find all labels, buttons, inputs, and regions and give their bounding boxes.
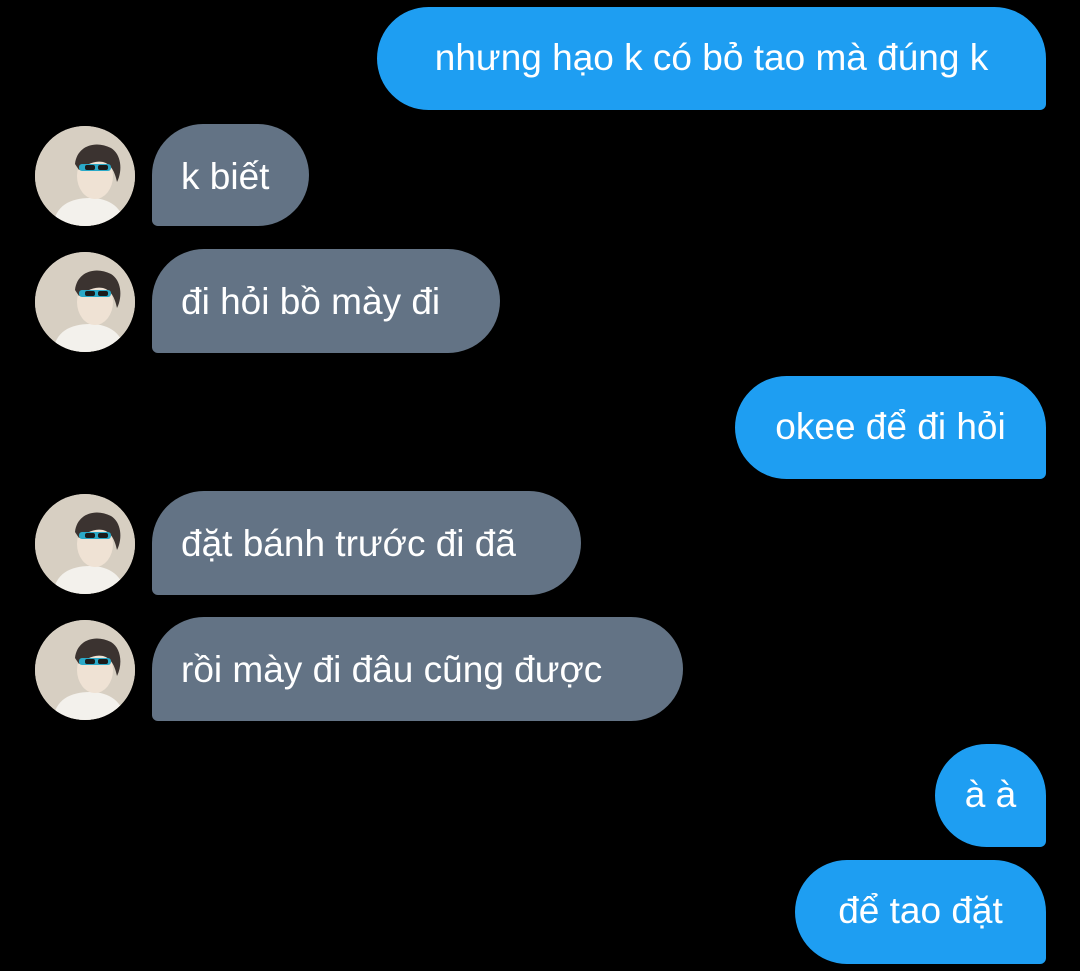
avatar-image: [35, 494, 135, 594]
message-incoming[interactable]: đặt bánh trước đi đã: [152, 491, 581, 595]
avatar-image: [35, 126, 135, 226]
message-outgoing[interactable]: để tao đặt: [795, 860, 1046, 964]
message-text: đi hỏi bồ mày đi: [181, 281, 441, 322]
contact-avatar[interactable]: [35, 252, 135, 352]
message-incoming[interactable]: đi hỏi bồ mày đi: [152, 249, 500, 353]
contact-avatar[interactable]: [35, 620, 135, 720]
message-text: k biết: [181, 156, 270, 197]
avatar-image: [35, 620, 135, 720]
message-text: à à: [964, 774, 1017, 815]
message-text: để tao đặt: [838, 890, 1003, 931]
message-text: rồi mày đi đâu cũng được: [181, 649, 603, 690]
message-outgoing[interactable]: à à: [935, 744, 1046, 847]
message-text: đặt bánh trước đi đã: [181, 523, 516, 564]
contact-avatar[interactable]: [35, 126, 135, 226]
message-incoming[interactable]: rồi mày đi đâu cũng được: [152, 617, 683, 721]
contact-avatar[interactable]: [35, 494, 135, 594]
message-outgoing[interactable]: okee để đi hỏi: [735, 376, 1046, 479]
message-outgoing[interactable]: nhưng hạo k có bỏ tao mà đúng k: [377, 7, 1046, 110]
message-incoming[interactable]: k biết: [152, 124, 309, 226]
message-text: nhưng hạo k có bỏ tao mà đúng k: [434, 37, 989, 78]
message-text: okee để đi hỏi: [775, 406, 1006, 447]
avatar-image: [35, 252, 135, 352]
